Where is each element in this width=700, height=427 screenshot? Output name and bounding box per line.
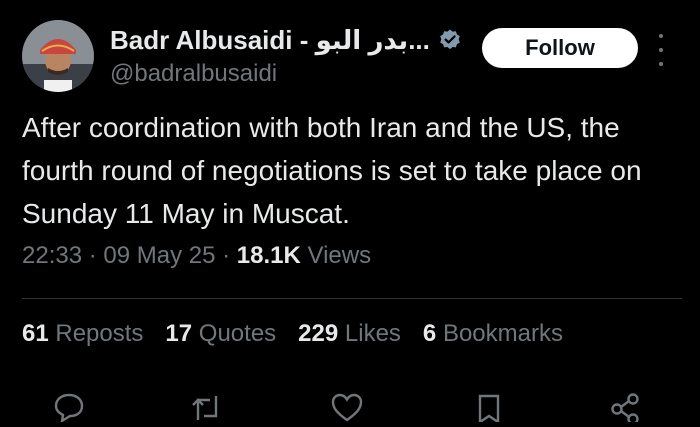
bookmarks-stat[interactable]: 6 Bookmarks: [423, 320, 563, 348]
name-row: Badr Albusaidi - بدر البو...: [110, 22, 462, 58]
author-display-name[interactable]: Badr Albusaidi - بدر البو...: [110, 25, 430, 56]
repost-icon[interactable]: [190, 392, 224, 422]
avatar[interactable]: [22, 20, 94, 92]
quotes-stat[interactable]: 17 Quotes: [165, 320, 276, 348]
bookmark-icon[interactable]: [472, 392, 506, 425]
tweet-text: After coordination with both Iran and th…: [22, 112, 642, 229]
likes-label: Likes: [338, 320, 401, 347]
tweet-header: Badr Albusaidi - بدر البو... @badralbusa…: [22, 20, 682, 92]
engagement-stats: 61 Reposts 17 Quotes 229 Likes 6 Bookmar…: [22, 320, 585, 348]
bookmarks-count: 6: [422, 320, 437, 347]
likes-count: 229: [298, 320, 339, 347]
tweet-date[interactable]: 09 May 25: [103, 242, 215, 269]
meta-separator: ·: [82, 242, 104, 269]
reposts-stat[interactable]: 61 Reposts: [22, 320, 143, 348]
author-block: Badr Albusaidi - بدر البو... @badralbusa…: [110, 22, 462, 88]
bookmarks-label: Bookmarks: [436, 320, 563, 347]
follow-button[interactable]: Follow: [482, 28, 638, 68]
views-count: 18.1K: [236, 242, 301, 269]
reply-icon[interactable]: [52, 392, 86, 424]
divider: [22, 298, 682, 299]
tweet-meta: 22:33 · 09 May 25 · 18.1K Views: [22, 242, 371, 270]
tweet-card: Badr Albusaidi - بدر البو... @badralbusa…: [0, 0, 700, 425]
meta-separator: ·: [215, 242, 237, 269]
likes-stat[interactable]: 229 Likes: [298, 320, 401, 348]
verified-badge-icon: [438, 28, 462, 52]
tweet-time[interactable]: 22:33: [22, 242, 82, 269]
more-options-icon[interactable]: [654, 34, 668, 66]
reposts-count: 61: [22, 320, 49, 347]
action-bar: [0, 392, 700, 425]
author-handle[interactable]: @badralbusaidi: [110, 60, 462, 88]
quotes-count: 17: [165, 320, 193, 347]
quotes-label: Quotes: [192, 320, 277, 347]
reposts-label: Reposts: [48, 320, 144, 347]
share-icon[interactable]: [608, 392, 642, 425]
views-label: Views: [300, 242, 372, 269]
like-icon[interactable]: [330, 392, 364, 422]
